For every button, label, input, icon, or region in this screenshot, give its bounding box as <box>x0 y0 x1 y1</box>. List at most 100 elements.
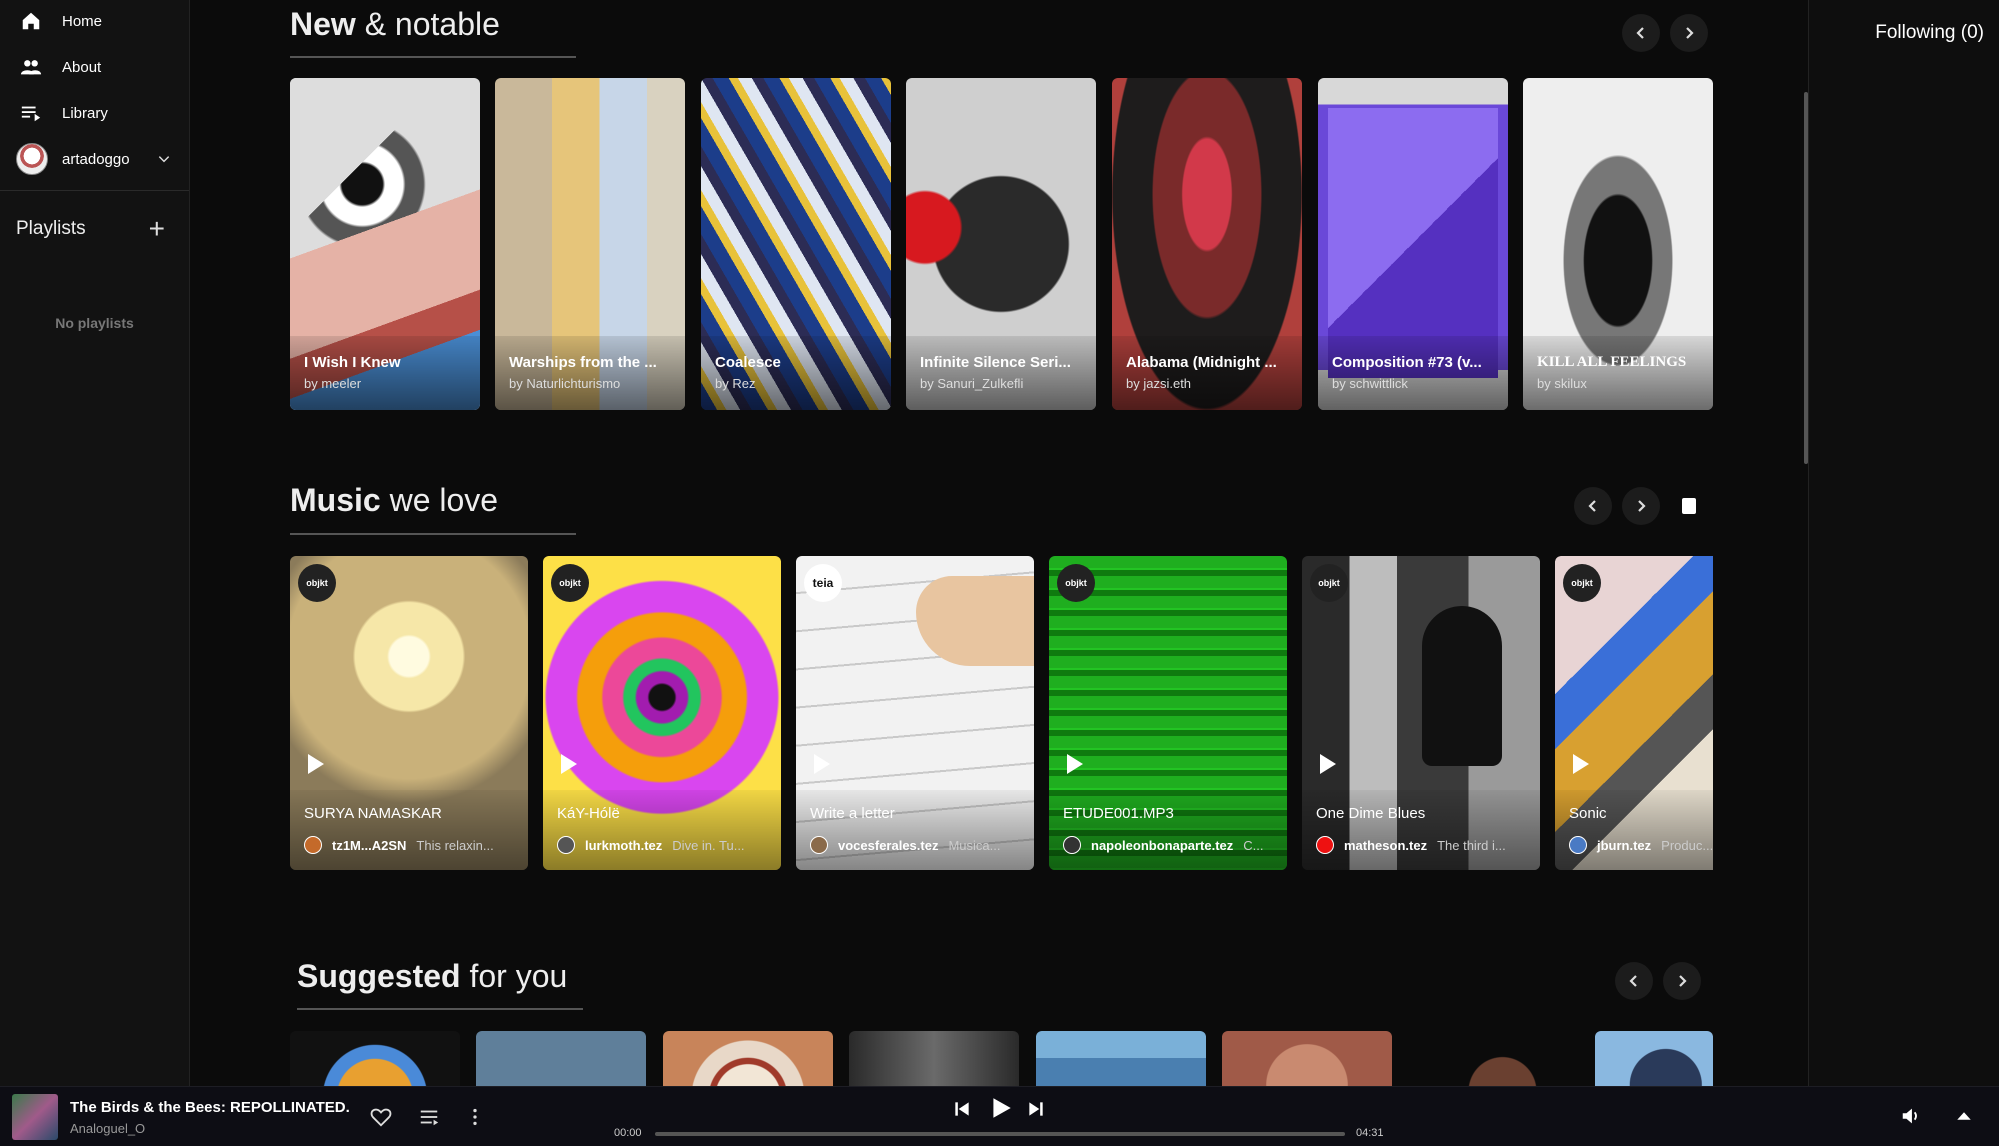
track-meta: vocesferales.tez Musica... <box>810 836 1026 854</box>
app-root: Home About Library artadoggo Playlists +… <box>0 0 1999 1146</box>
chevron-right-icon <box>1686 27 1694 39</box>
chevron-right-icon <box>1679 975 1687 987</box>
music-card-clip: objkt Sonic jburn.tez Produc... <box>1555 556 1713 870</box>
music-prev-button[interactable] <box>1574 487 1612 525</box>
track-user[interactable]: tz1M...A2SN <box>332 838 406 853</box>
music-card[interactable]: objkt KáY-Hólë lurkmoth.tez Dive in. Tu..… <box>543 556 781 870</box>
now-playing-artist[interactable]: Analoguel_O <box>70 1121 145 1136</box>
add-playlist-button[interactable]: + <box>149 215 165 243</box>
avatar <box>1569 836 1587 854</box>
suggested-prev-button[interactable] <box>1615 962 1653 1000</box>
objkt-badge: objkt <box>1057 564 1095 602</box>
chevron-left-icon <box>1588 500 1596 512</box>
progress-bar[interactable] <box>655 1132 1345 1136</box>
sidebar-item-home[interactable]: Home <box>0 0 189 44</box>
nft-card[interactable]: Alabama (Midnight ... by jazsi.eth <box>1112 78 1302 410</box>
music-card[interactable]: objkt ETUDE001.MP3 napoleonbonaparte.tez… <box>1049 556 1287 870</box>
track-user[interactable]: lurkmoth.tez <box>585 838 662 853</box>
track-meta: tz1M...A2SN This relaxin... <box>304 836 520 854</box>
card-overlay <box>796 790 1034 870</box>
chevron-right-icon <box>1638 500 1646 512</box>
volume-icon[interactable] <box>1900 1105 1922 1127</box>
stop-square-button[interactable] <box>1670 487 1708 525</box>
suggested-card[interactable] <box>290 1031 460 1091</box>
more-vertical-icon[interactable] <box>464 1106 486 1128</box>
track-title: ETUDE001.MP3 <box>1063 805 1174 822</box>
track-desc: Musica... <box>948 837 1001 853</box>
play-icon[interactable] <box>1067 754 1083 774</box>
play-icon[interactable] <box>1320 754 1336 774</box>
music-card[interactable]: objkt SURYA NAMASKAR tz1M...A2SN This rel… <box>290 556 528 870</box>
nft-artist: by schwittlick <box>1332 376 1408 391</box>
section-title-bold: Music <box>290 482 381 518</box>
suggested-card[interactable] <box>1036 1031 1206 1091</box>
card-overlay <box>1555 790 1713 870</box>
track-user[interactable]: napoleonbonaparte.tez <box>1091 838 1233 853</box>
track-title: KáY-Hólë <box>557 805 620 822</box>
play-icon[interactable] <box>1573 754 1589 774</box>
chevron-down-icon[interactable] <box>157 152 171 166</box>
nft-title: Composition #73 (v... <box>1332 354 1482 371</box>
track-user[interactable]: matheson.tez <box>1344 838 1427 853</box>
section-title-rest: we love <box>380 482 499 518</box>
expand-up-icon[interactable] <box>1955 1107 1973 1125</box>
heart-icon[interactable] <box>370 1106 392 1128</box>
suggested-card[interactable] <box>663 1031 833 1091</box>
nft-card[interactable]: Infinite Silence Seri... by Sanuri_Zulkef… <box>906 78 1096 410</box>
time-total: 04:31 <box>1356 1127 1384 1139</box>
music-card[interactable]: objkt One Dime Blues matheson.tez The thi… <box>1302 556 1540 870</box>
suggested-next-button[interactable] <box>1663 962 1701 1000</box>
nft-caption: Infinite Silence Seri... by Sanuri_Zulkef… <box>906 336 1096 410</box>
nft-caption: Coalesce by Rez <box>701 336 891 410</box>
suggested-card[interactable] <box>476 1031 646 1091</box>
nft-card[interactable]: Composition #73 (v... by schwittlick <box>1318 78 1508 410</box>
music-next-button[interactable] <box>1622 487 1660 525</box>
scrollbar-thumb[interactable] <box>1804 92 1808 464</box>
new-prev-button[interactable] <box>1622 14 1660 52</box>
objkt-badge: objkt <box>1310 564 1348 602</box>
nft-title: I Wish I Knew <box>304 354 401 371</box>
track-user[interactable]: jburn.tez <box>1597 838 1651 853</box>
play-icon[interactable] <box>561 754 577 774</box>
suggested-card[interactable] <box>849 1031 1019 1091</box>
track-meta: napoleonbonaparte.tez C... <box>1063 836 1279 854</box>
sidebar-item-about[interactable]: About <box>0 44 189 90</box>
avatar <box>1316 836 1334 854</box>
play-icon[interactable] <box>988 1095 1014 1121</box>
play-icon[interactable] <box>308 754 324 774</box>
nft-card[interactable]: Warships from the ... by Naturlichturismo <box>495 78 685 410</box>
library-icon <box>21 106 41 122</box>
suggested-card[interactable] <box>1409 1031 1579 1091</box>
nft-artist: by Naturlichturismo <box>509 376 621 391</box>
player-bar: The Birds & the Bees: REPOLLINATED. Anal… <box>0 1086 1999 1146</box>
new-next-button[interactable] <box>1670 14 1708 52</box>
queue-icon[interactable] <box>418 1106 440 1128</box>
nft-title: Infinite Silence Seri... <box>920 354 1071 371</box>
playlists-header: Playlists + <box>0 191 189 243</box>
nft-card[interactable]: Coalesce by Rez <box>701 78 891 410</box>
suggested-card[interactable] <box>1222 1031 1392 1091</box>
nft-card[interactable]: I Wish I Knew by meeler <box>290 78 480 410</box>
now-playing-title[interactable]: The Birds & the Bees: REPOLLINATED. <box>70 1099 350 1116</box>
user-menu[interactable]: artadoggo <box>0 136 189 182</box>
skip-previous-icon[interactable] <box>952 1099 972 1119</box>
sidebar-item-label: Library <box>62 104 108 122</box>
music-card[interactable]: objkt Sonic jburn.tez Produc... <box>1555 556 1713 870</box>
following-button[interactable]: Following (0) <box>1875 22 1984 44</box>
now-playing-cover[interactable] <box>12 1094 58 1140</box>
suggested-card[interactable] <box>1595 1031 1713 1091</box>
hand-shape <box>916 576 1034 666</box>
card-overlay <box>1302 790 1540 870</box>
teia-badge: teia <box>804 564 842 602</box>
nft-caption: Composition #73 (v... by schwittlick <box>1318 336 1508 410</box>
play-icon[interactable] <box>814 754 830 774</box>
objkt-badge: objkt <box>1563 564 1601 602</box>
music-card[interactable]: teia Write a letter vocesferales.tez Musi… <box>796 556 1034 870</box>
nft-card[interactable]: KILL ALL FEELINGS by skilux <box>1523 78 1713 410</box>
sidebar-item-library[interactable]: Library <box>0 90 189 136</box>
track-title: Write a letter <box>810 805 895 822</box>
track-desc: Dive in. Tu... <box>672 837 745 853</box>
skip-next-icon[interactable] <box>1026 1099 1046 1119</box>
track-user[interactable]: vocesferales.tez <box>838 838 938 853</box>
track-meta: lurkmoth.tez Dive in. Tu... <box>557 836 773 854</box>
